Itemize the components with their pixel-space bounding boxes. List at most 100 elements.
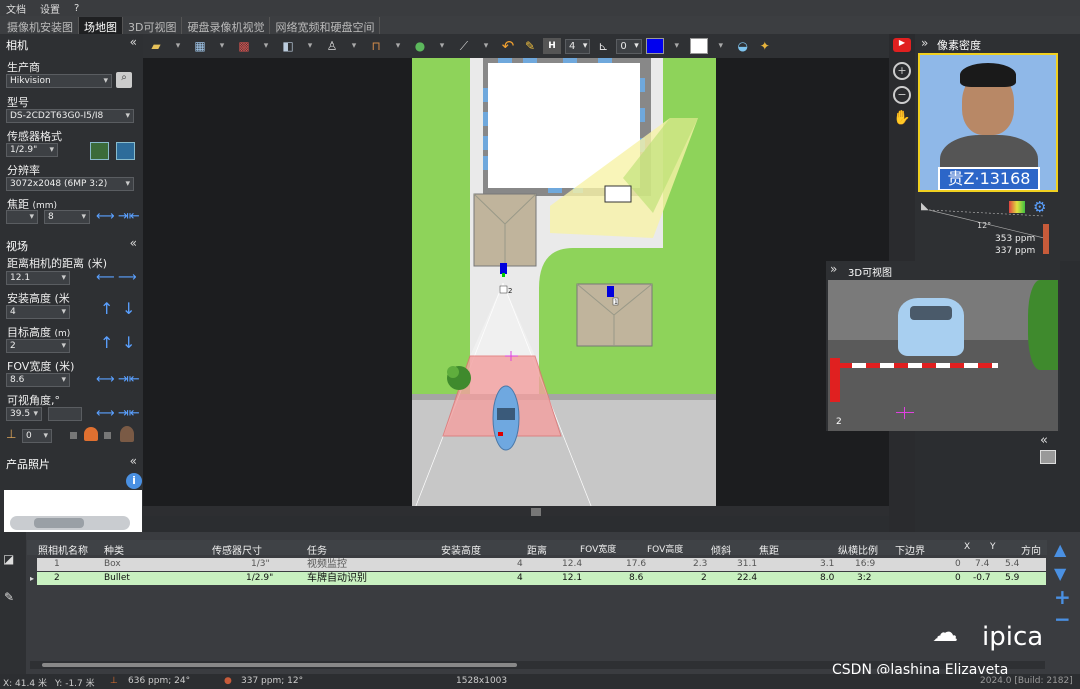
license-plate: 贵Z·13168	[938, 167, 1040, 190]
youtube-icon[interactable]: ▶	[893, 38, 911, 52]
install-height-input[interactable]: 4	[6, 305, 70, 319]
expand-3d-icon[interactable]: »	[830, 262, 837, 276]
angle-select[interactable]: 0	[616, 38, 642, 54]
person-tool-icon[interactable]: ♙	[323, 38, 341, 54]
person-marker-icon[interactable]	[84, 427, 98, 441]
col-focal[interactable]: 焦距	[759, 542, 779, 557]
fill-color-swatch[interactable]	[645, 38, 664, 54]
move-down-icon[interactable]: ▼	[1054, 564, 1066, 583]
col-camera-name[interactable]: 照相机名称	[38, 542, 88, 557]
group-icon[interactable]: ✦	[756, 38, 774, 54]
camera-search-icon[interactable]: ⌕	[116, 72, 132, 88]
col-type[interactable]: 种类	[104, 542, 124, 557]
up-arrow-icon[interactable]: ↑	[100, 301, 113, 317]
table-row[interactable]: 1 Box 1/3" 视频监控 4 12.4 17.6 2.3 31.1 3.1…	[37, 558, 1046, 571]
fov-width-input[interactable]: 8.6	[6, 373, 70, 387]
menu-item-settings[interactable]: 设置	[40, 1, 60, 16]
tilt-select[interactable]: 0	[22, 429, 52, 443]
col-fov-width[interactable]: FOV宽度	[580, 542, 616, 555]
collapse-right-icon[interactable]: «	[1040, 433, 1048, 448]
collapse-fov-icon[interactable]: «	[130, 236, 137, 250]
fov-narrow-icon[interactable]: ⇥⇤	[118, 373, 140, 387]
plan-tool-icon[interactable]: ▦	[191, 38, 209, 54]
info-icon[interactable]: i	[126, 473, 142, 489]
undo-icon[interactable]: ↶	[499, 37, 517, 55]
camera2-marker	[500, 263, 507, 274]
box-tool-icon[interactable]: ◧	[279, 38, 297, 54]
remove-camera-icon[interactable]: −	[1054, 607, 1071, 631]
target-height-input[interactable]: 2	[6, 339, 70, 353]
tab-site-map[interactable]: 场地图	[79, 17, 123, 34]
camera1-label: 1	[614, 299, 618, 306]
portrait-image-icon[interactable]	[116, 142, 135, 160]
grass-left	[412, 58, 470, 398]
height-select[interactable]: 4	[565, 38, 591, 54]
dome-camera-icon[interactable]: ◒	[734, 38, 752, 54]
map-toolbar: ▰ ▾ ▦ ▾ ▩ ▾ ◧ ▾ ♙ ▾ ⊓ ▾ ● ▾ ⟋ ▾ ↶ ✎ H 4 …	[143, 34, 889, 58]
focal-select[interactable]: 8	[44, 210, 90, 224]
narrow-icon[interactable]: ⇥⇤	[118, 210, 140, 224]
measure-tool-icon[interactable]: ⟋	[455, 38, 473, 54]
landscape-image-icon[interactable]	[90, 142, 109, 160]
tab-bandwidth[interactable]: 网络宽频和硬盘空间	[270, 17, 381, 34]
sensor-select[interactable]: 1/2.9"	[6, 143, 58, 157]
resolution-label: 分辨率	[7, 164, 40, 177]
angle-narrow-icon[interactable]: ⇥⇤	[118, 407, 140, 421]
menu-item-help[interactable]: ?	[74, 3, 79, 14]
collapse-camera-icon[interactable]: «	[130, 35, 137, 49]
resolution-select[interactable]: 3072x2048 (6MP 3:2)	[6, 177, 134, 191]
move-right-icon[interactable]: ⟶	[118, 271, 137, 285]
brush-icon[interactable]: ✎	[521, 38, 539, 54]
col-distance[interactable]: 距离	[527, 542, 547, 557]
menu-item-document[interactable]: 文档	[6, 1, 26, 16]
move-left-icon[interactable]: ⟵	[96, 271, 115, 285]
site-map-canvas[interactable]: 2 1	[143, 58, 889, 516]
tab-camera-install[interactable]: 摄像机安装图	[2, 17, 79, 34]
col-aspect[interactable]: 纵横比例	[838, 542, 878, 557]
move-up-icon[interactable]: ▲	[1054, 540, 1066, 559]
expand-pixel-icon[interactable]: »	[921, 36, 928, 50]
status-resolution: 1528x1003	[456, 676, 508, 686]
zoom-out-icon[interactable]: −	[893, 86, 911, 104]
camera-list-icon[interactable]: ◪	[3, 552, 14, 566]
col-y[interactable]: Y	[990, 542, 996, 552]
model-select[interactable]: DS-2CD2T63G0-I5/I8	[6, 109, 134, 123]
canvas-hscroll[interactable]	[143, 506, 889, 516]
distance-input[interactable]: 12.1	[6, 271, 70, 285]
col-x[interactable]: X	[964, 542, 970, 552]
focal-min-select[interactable]	[6, 210, 38, 224]
col-tilt[interactable]: 倾斜	[711, 542, 731, 557]
bench-tool-icon[interactable]: ⊓	[367, 38, 385, 54]
view3d-canvas[interactable]: 2	[828, 280, 1058, 431]
collapse-product-icon[interactable]: «	[130, 454, 137, 468]
view-angle-secondary-input[interactable]	[48, 407, 82, 421]
col-sensor[interactable]: 传感器尺寸	[212, 542, 262, 557]
site-map-svg[interactable]: 2 1	[143, 58, 889, 516]
garage-icon[interactable]	[1040, 450, 1056, 464]
col-lower-bound[interactable]: 下边界	[895, 542, 925, 557]
target-down-icon[interactable]: ↓	[122, 335, 135, 351]
pan-hand-icon[interactable]: ✋	[893, 110, 911, 128]
tree-tool-icon[interactable]: ●	[411, 38, 429, 54]
col-fov-height[interactable]: FOV高度	[647, 542, 683, 555]
fov-widen-icon[interactable]: ⟷	[96, 373, 115, 387]
col-direction[interactable]: 方向	[1021, 542, 1041, 557]
line-color-swatch[interactable]	[689, 38, 708, 54]
face-marker-icon[interactable]	[120, 426, 134, 442]
table-row-selected[interactable]: 2 Bullet 1/2.9" 车牌自动识别 4 12.1 8.6 2 22.4…	[37, 572, 1046, 585]
col-install-height[interactable]: 安装高度	[441, 542, 481, 557]
camera-tool-icon[interactable]: ▰	[147, 38, 165, 54]
manufacturer-select[interactable]: Hikvision	[6, 74, 112, 88]
down-arrow-icon[interactable]: ↓	[122, 301, 135, 317]
zoom-in-icon[interactable]: +	[893, 62, 911, 80]
wall-tool-icon[interactable]: ▩	[235, 38, 253, 54]
pen-tool-icon[interactable]: ✎	[4, 590, 14, 604]
tab-nvr-view[interactable]: 硬盘录像机视觉	[182, 17, 271, 34]
add-camera-icon[interactable]: +	[1054, 585, 1071, 609]
tab-3d-view[interactable]: 3D可视图	[123, 17, 183, 34]
angle-widen-icon[interactable]: ⟷	[96, 407, 115, 421]
target-up-icon[interactable]: ↑	[100, 335, 113, 351]
col-task[interactable]: 任务	[307, 542, 327, 557]
view-angle-input[interactable]: 39.5	[6, 407, 42, 421]
widen-icon[interactable]: ⟷	[96, 210, 115, 224]
